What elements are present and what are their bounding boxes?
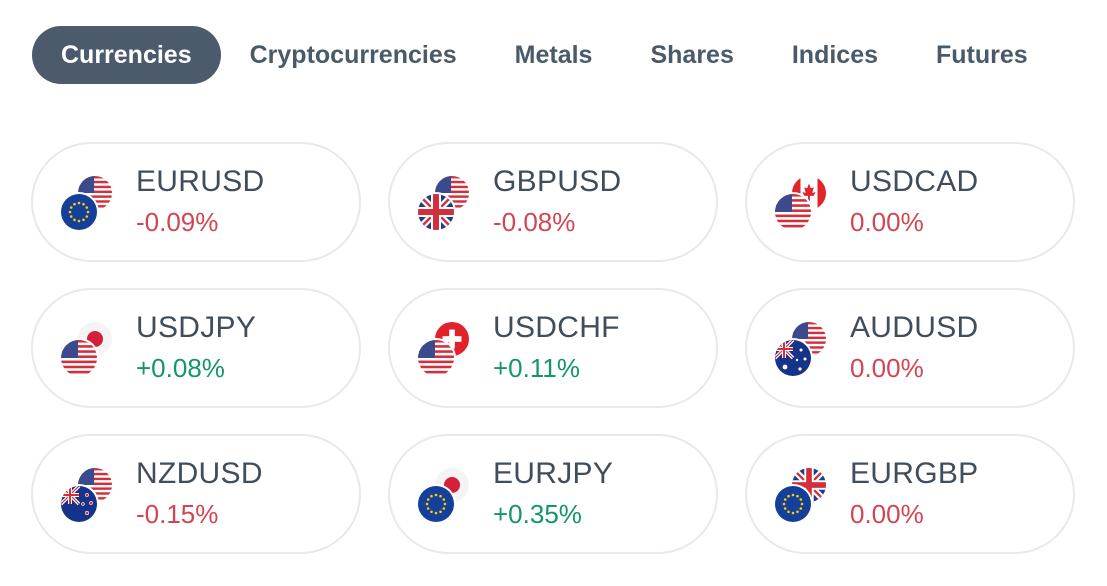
eu-flag-icon (61, 194, 97, 230)
pair-symbol: NZDUSD (136, 457, 263, 490)
pair-change: +0.11% (493, 353, 580, 383)
pair-flags (61, 468, 115, 524)
us-flag-icon (775, 194, 811, 230)
pair-change: +0.35% (493, 499, 582, 529)
pair-change: 0.00% (850, 353, 924, 383)
pair-symbol: GBPUSD (493, 165, 622, 198)
pair-flags (61, 176, 115, 232)
tab-shares[interactable]: Shares (621, 26, 762, 84)
pair-change: -0.09% (136, 207, 219, 237)
pair-change: +0.08% (136, 353, 225, 383)
pair-flags (775, 468, 829, 524)
uk-flag-icon (418, 194, 454, 230)
pair-card-eurgbp[interactable]: EURGBP 0.00% (745, 434, 1075, 554)
au-flag-icon (775, 340, 811, 376)
pair-symbol: AUDUSD (850, 311, 979, 344)
us-flag-icon (61, 340, 97, 376)
pair-card-usdchf[interactable]: USDCHF +0.11% (388, 288, 718, 408)
tab-futures[interactable]: Futures (907, 26, 1057, 84)
us-flag-icon (418, 340, 454, 376)
nz-flag-icon (61, 486, 97, 522)
tab-metals[interactable]: Metals (486, 26, 622, 84)
pair-card-gbpusd[interactable]: GBPUSD -0.08% (388, 142, 718, 262)
pair-symbol: EURJPY (493, 457, 614, 490)
eu-flag-icon (775, 486, 811, 522)
pair-symbol: EURUSD (136, 165, 265, 198)
pair-symbol: USDCAD (850, 165, 979, 198)
pair-symbol: EURGBP (850, 457, 979, 490)
pair-change: -0.08% (493, 207, 576, 237)
pair-flags (418, 322, 472, 378)
eu-flag-icon (418, 486, 454, 522)
pair-card-audusd[interactable]: AUDUSD 0.00% (745, 288, 1075, 408)
pair-change: 0.00% (850, 207, 924, 237)
pair-flags (61, 322, 115, 378)
pair-flags (775, 176, 829, 232)
pair-flags (418, 176, 472, 232)
pair-card-eurjpy[interactable]: EURJPY +0.35% (388, 434, 718, 554)
tab-cryptocurrencies[interactable]: Cryptocurrencies (221, 26, 486, 84)
pair-card-eurusd[interactable]: EURUSD -0.09% (31, 142, 361, 262)
pair-card-usdjpy[interactable]: USDJPY +0.08% (31, 288, 361, 408)
tab-currencies[interactable]: Currencies (32, 26, 221, 84)
pair-symbol: USDCHF (493, 311, 620, 344)
pair-change: 0.00% (850, 499, 924, 529)
currency-pair-grid: EURUSD -0.09% GBPUSD -0.08% USDCAD 0.00%… (31, 142, 1075, 554)
tab-indices[interactable]: Indices (763, 26, 907, 84)
pair-card-nzdusd[interactable]: NZDUSD -0.15% (31, 434, 361, 554)
pair-symbol: USDJPY (136, 311, 257, 344)
pair-flags (418, 468, 472, 524)
pair-flags (775, 322, 829, 378)
pair-card-usdcad[interactable]: USDCAD 0.00% (745, 142, 1075, 262)
pair-change: -0.15% (136, 499, 219, 529)
asset-class-tabs: Currencies Cryptocurrencies Metals Share… (32, 26, 1057, 84)
